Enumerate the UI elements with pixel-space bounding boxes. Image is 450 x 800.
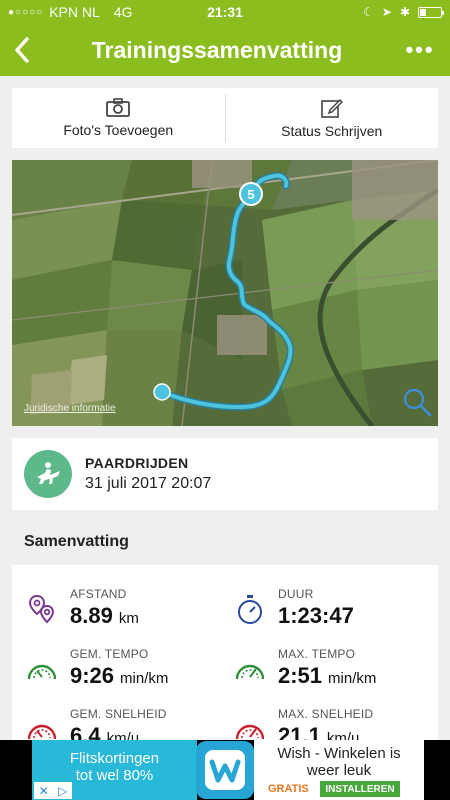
ad-choices[interactable]: ✕ ▷ bbox=[34, 782, 72, 799]
satellite-map: 5 bbox=[12, 160, 438, 426]
activity-card: PAARDRIJDEN 31 juli 2017 20:07 bbox=[12, 438, 438, 510]
max-pace-unit: min/km bbox=[328, 670, 377, 687]
ad-free-label: GRATIS bbox=[268, 783, 309, 795]
horse-riding-icon bbox=[37, 462, 60, 484]
action-bar: Foto's Toevoegen Status Schrijven bbox=[12, 88, 438, 148]
write-status-label: Status Schrijven bbox=[281, 122, 383, 139]
distance-label: AFSTAND bbox=[70, 587, 127, 601]
route-start-marker bbox=[153, 383, 171, 401]
legal-info-link[interactable]: Juridische informatie bbox=[24, 403, 116, 414]
speedometer-green-icon bbox=[22, 650, 62, 690]
max-pace-label: MAX. TEMPO bbox=[278, 647, 356, 661]
ad-banner[interactable]: Flitskortingen tot wel 80% Wish - Winkel… bbox=[0, 740, 450, 800]
location-pins-icon bbox=[22, 590, 62, 630]
add-photos-label: Foto's Toevoegen bbox=[63, 122, 174, 138]
chevron-left-icon bbox=[15, 37, 29, 63]
ad-promo-line-1: Flitskortingen bbox=[69, 750, 160, 767]
route-map[interactable]: 5 Juridische informatie bbox=[12, 160, 438, 426]
close-icon[interactable]: ✕ bbox=[39, 784, 49, 798]
avg-pace-value: 9:26 bbox=[70, 663, 115, 688]
activity-date: 31 juli 2017 20:07 bbox=[85, 475, 212, 492]
back-button[interactable] bbox=[0, 24, 44, 76]
avg-speed-label: GEM. SNELHEID bbox=[70, 707, 167, 721]
wish-logo bbox=[196, 741, 254, 799]
carrier-name: KPN NL bbox=[49, 4, 100, 20]
avg-pace-unit: min/km bbox=[120, 670, 169, 687]
avg-pace-label: GEM. TEMPO bbox=[70, 647, 149, 661]
moon-icon: ☾ bbox=[363, 5, 374, 19]
activity-type: PAARDRIJDEN bbox=[85, 455, 189, 471]
location-arrow-icon: ➤ bbox=[381, 5, 392, 19]
zoom-map-button[interactable] bbox=[402, 387, 432, 422]
duration-value: 1:23:47 bbox=[278, 603, 354, 628]
max-speed-label: MAX. SNELHEID bbox=[278, 707, 374, 721]
ad-title-line-2: weer leuk bbox=[306, 762, 372, 779]
stat-avg-pace: GEM. TEMPO 9:26 min/km bbox=[22, 647, 168, 690]
stat-max-pace: MAX. TEMPO 2:51 min/km bbox=[230, 647, 376, 690]
stopwatch-icon bbox=[230, 590, 270, 630]
camera-icon bbox=[106, 98, 131, 117]
summary-heading: Samenvatting bbox=[24, 533, 129, 550]
add-photos-button[interactable]: Foto's Toevoegen bbox=[12, 88, 225, 148]
battery-icon bbox=[418, 6, 444, 18]
ad-install-button[interactable]: INSTALLEREN bbox=[320, 781, 400, 797]
status-bar: ●○○○○ KPN NL 4G 21:31 ☾ ➤ ✱ bbox=[0, 0, 450, 24]
distance-unit: km bbox=[118, 610, 139, 627]
more-options-button[interactable]: ••• bbox=[390, 24, 450, 76]
stat-distance: AFSTAND 8.89 km bbox=[22, 587, 139, 630]
signal-strength: ●○○○○ bbox=[8, 6, 44, 18]
summary-card: AFSTAND 8.89 km DUUR 1:23:47 GEM. TEMPO bbox=[12, 565, 438, 745]
navigation-bar: Trainingssamenvatting ••• bbox=[0, 24, 450, 76]
ad-title-line-1: Wish - Winkelen is bbox=[277, 745, 401, 762]
km-marker-label: 5 bbox=[247, 187, 254, 202]
stat-duration: DUUR 1:23:47 bbox=[230, 587, 354, 630]
duration-label: DUUR bbox=[278, 587, 314, 601]
network-type: 4G bbox=[113, 4, 133, 20]
page-title: Trainingssamenvatting bbox=[91, 36, 343, 63]
ad-choices-icon[interactable]: ▷ bbox=[58, 784, 67, 798]
write-status-button[interactable]: Status Schrijven bbox=[226, 88, 439, 148]
distance-value: 8.89 bbox=[70, 603, 113, 628]
magnifier-icon bbox=[403, 388, 432, 417]
bluetooth-icon: ✱ bbox=[399, 5, 410, 19]
activity-icon-badge bbox=[24, 450, 72, 498]
speedometer-green-icon bbox=[230, 650, 270, 690]
max-pace-value: 2:51 bbox=[278, 663, 323, 688]
edit-icon bbox=[320, 98, 343, 118]
clock: 21:31 bbox=[207, 4, 243, 20]
